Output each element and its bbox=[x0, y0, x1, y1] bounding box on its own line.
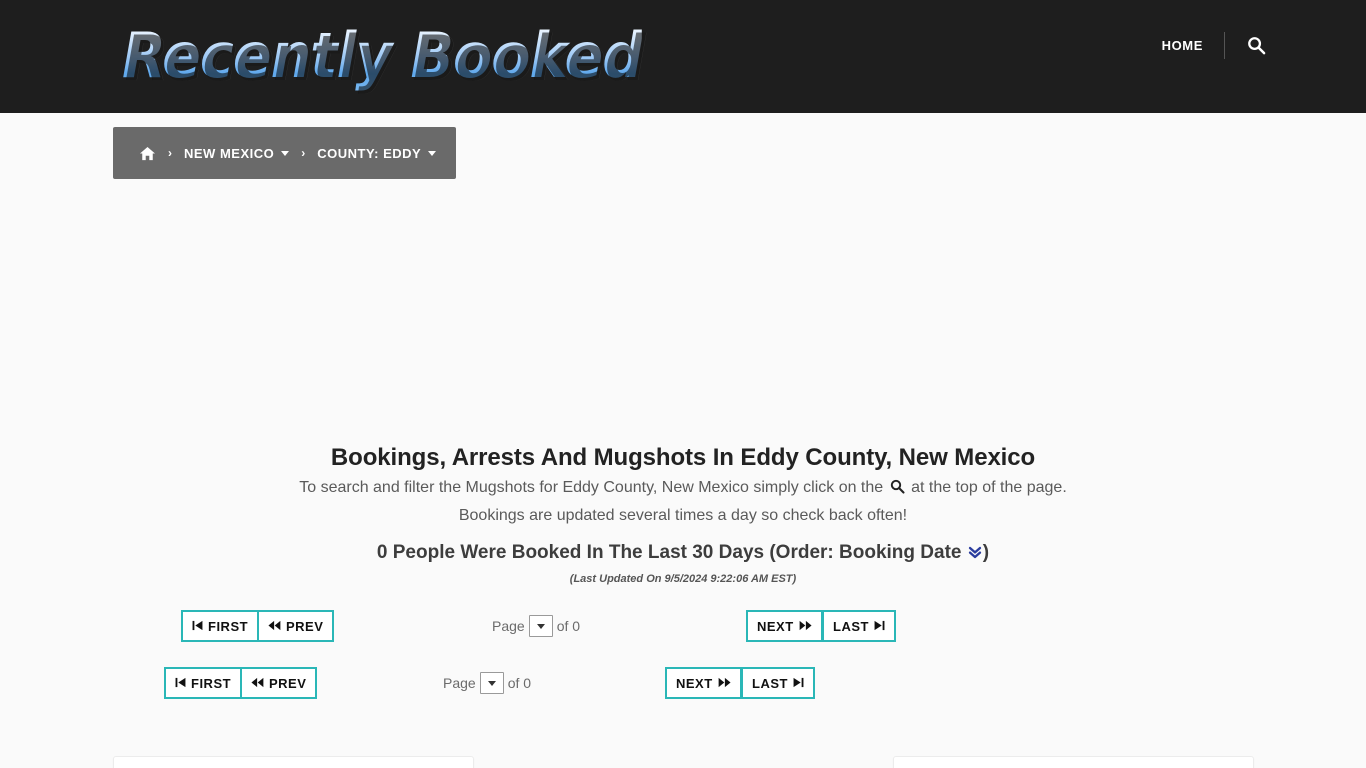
page-title: Bookings, Arrests And Mugshots In Eddy C… bbox=[330, 444, 1036, 472]
site-header: Recently Booked Recently Booked HOME bbox=[0, 0, 1366, 113]
pagination-last-button[interactable]: LAST bbox=[822, 610, 896, 642]
inline-search-icon[interactable] bbox=[890, 477, 905, 503]
pagination-prev-button[interactable]: PREV bbox=[240, 667, 318, 699]
breadcrumb: › NEW MEXICO › COUNTY: EDDY bbox=[113, 127, 457, 179]
site-logo[interactable]: Recently Booked bbox=[122, 16, 643, 96]
pagination-prev-label: PREV bbox=[286, 618, 324, 634]
pagination-top: FIRST PREV Page of 0 NEXT LAST bbox=[0, 610, 1366, 642]
pagination-next-button[interactable]: NEXT bbox=[746, 610, 823, 642]
intro-line-1-before: To search and filter the Mugshots for Ed… bbox=[299, 479, 884, 496]
pagination-bottom: FIRST PREV Page of 0 NEXT LAST bbox=[0, 667, 1366, 699]
last-updated-text: (Last Updated On 9/5/2024 9:22:06 AM EST… bbox=[569, 573, 797, 585]
fast-forward-icon bbox=[718, 676, 731, 691]
breadcrumb-separator-2: › bbox=[301, 146, 306, 160]
rewind-icon bbox=[251, 676, 264, 691]
booking-count-close-paren: ) bbox=[982, 542, 990, 563]
counties-panel: New Mexico Counties Available: *ALL COUN… bbox=[113, 756, 474, 768]
fast-forward-icon bbox=[799, 619, 812, 634]
intro-line-2: Bookings are updated several times a day… bbox=[458, 507, 908, 524]
chevron-down-icon bbox=[536, 623, 545, 629]
pagination-prev-label: PREV bbox=[269, 675, 307, 691]
pagination-first-label: FIRST bbox=[191, 675, 232, 691]
pagination-last-label: LAST bbox=[833, 618, 869, 634]
chevron-down-icon bbox=[487, 680, 496, 686]
skip-backward-icon bbox=[192, 619, 203, 634]
pagination-of-label: of 0 bbox=[556, 618, 581, 634]
pagination-next-button[interactable]: NEXT bbox=[665, 667, 742, 699]
pagination-next-label: NEXT bbox=[676, 675, 713, 691]
chevron-down-icon bbox=[428, 150, 437, 156]
chevron-down-icon bbox=[281, 150, 290, 156]
pagination-prev-button[interactable]: PREV bbox=[257, 610, 335, 642]
pagination-first-label: FIRST bbox=[208, 618, 249, 634]
breadcrumb-item-new-mexico-label: NEW MEXICO bbox=[184, 145, 275, 161]
booking-count-heading: 0 People Were Booked In The Last 30 Days… bbox=[0, 542, 1366, 566]
nav-home-link[interactable]: HOME bbox=[1162, 33, 1224, 59]
pagination-first-button[interactable]: FIRST bbox=[181, 610, 260, 642]
intro-line-1: To search and filter the Mugshots for Ed… bbox=[0, 475, 1366, 503]
rewind-icon bbox=[268, 619, 281, 634]
double-chevron-down-icon[interactable] bbox=[968, 544, 982, 566]
search-icon[interactable] bbox=[1225, 36, 1266, 55]
pagination-last-button[interactable]: LAST bbox=[741, 667, 815, 699]
pagination-page-selector-bottom: Page of 0 bbox=[443, 667, 531, 699]
pagination-next-label: NEXT bbox=[757, 618, 794, 634]
page-select-dropdown[interactable] bbox=[528, 615, 553, 637]
breadcrumb-home-icon[interactable] bbox=[139, 146, 156, 161]
county-information-panel: County Information Eddy County Sherriff … bbox=[893, 756, 1254, 768]
breadcrumb-item-county-eddy[interactable]: COUNTY: EDDY bbox=[317, 145, 437, 161]
intro-line-1-after: at the top of the page. bbox=[911, 479, 1067, 496]
intro-text: To search and filter the Mugshots for Ed… bbox=[0, 475, 1366, 529]
pagination-page-selector-top: Page of 0 bbox=[492, 610, 580, 642]
pagination-page-label: Page bbox=[443, 675, 476, 691]
breadcrumb-separator-1: › bbox=[168, 146, 172, 160]
page-select-dropdown[interactable] bbox=[479, 672, 504, 694]
breadcrumb-item-new-mexico[interactable]: NEW MEXICO bbox=[184, 145, 290, 161]
breadcrumb-item-county-eddy-label: COUNTY: EDDY bbox=[317, 145, 422, 161]
pagination-last-label: LAST bbox=[752, 675, 788, 691]
booking-count-text: 0 People Were Booked In The Last 30 Days… bbox=[376, 542, 962, 563]
header-nav: HOME bbox=[1162, 32, 1266, 59]
skip-forward-icon bbox=[793, 676, 804, 691]
pagination-first-button[interactable]: FIRST bbox=[164, 667, 243, 699]
pagination-page-label: Page bbox=[492, 618, 525, 634]
skip-forward-icon bbox=[874, 619, 885, 634]
pagination-of-label: of 0 bbox=[507, 675, 532, 691]
skip-backward-icon bbox=[175, 676, 186, 691]
